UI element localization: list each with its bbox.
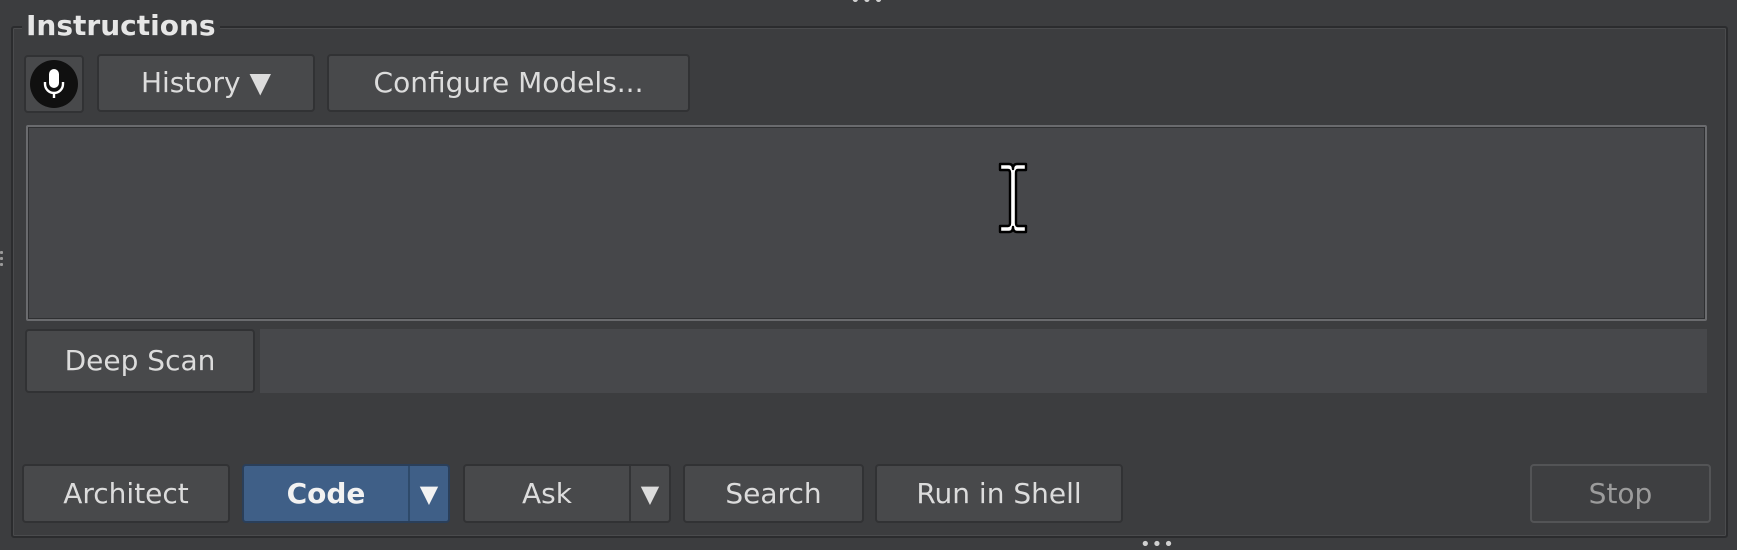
code-mode-split-button[interactable]: Code ▼	[242, 464, 450, 523]
deep-scan-status-bar	[260, 329, 1707, 393]
left-resize-handle[interactable]	[0, 248, 4, 278]
instructions-panel: ••• Instructions History ▼ Configure Mod…	[0, 0, 1737, 550]
architect-mode-button[interactable]: Architect	[22, 464, 230, 523]
code-mode-label[interactable]: Code	[244, 479, 408, 508]
voice-input-button[interactable]	[24, 55, 84, 113]
bottom-resize-handle[interactable]: •••	[1140, 536, 1175, 550]
text-cursor-icon	[998, 162, 1028, 234]
history-dropdown-button[interactable]: History ▼	[97, 54, 315, 112]
configure-models-button[interactable]: Configure Models...	[327, 54, 690, 112]
top-resize-handle[interactable]: •••	[850, 0, 885, 10]
instructions-input[interactable]	[26, 125, 1707, 321]
microphone-icon	[30, 60, 78, 108]
run-in-shell-button[interactable]: Run in Shell	[875, 464, 1123, 523]
stop-button[interactable]: Stop	[1530, 464, 1711, 523]
panel-title: Instructions	[22, 8, 220, 44]
search-button[interactable]: Search	[683, 464, 864, 523]
deep-scan-button[interactable]: Deep Scan	[25, 329, 255, 393]
ask-mode-label[interactable]: Ask	[465, 479, 629, 508]
ask-mode-split-button[interactable]: Ask ▼	[463, 464, 671, 523]
code-dropdown-arrow-icon[interactable]: ▼	[410, 482, 448, 506]
ask-dropdown-arrow-icon[interactable]: ▼	[631, 482, 669, 506]
